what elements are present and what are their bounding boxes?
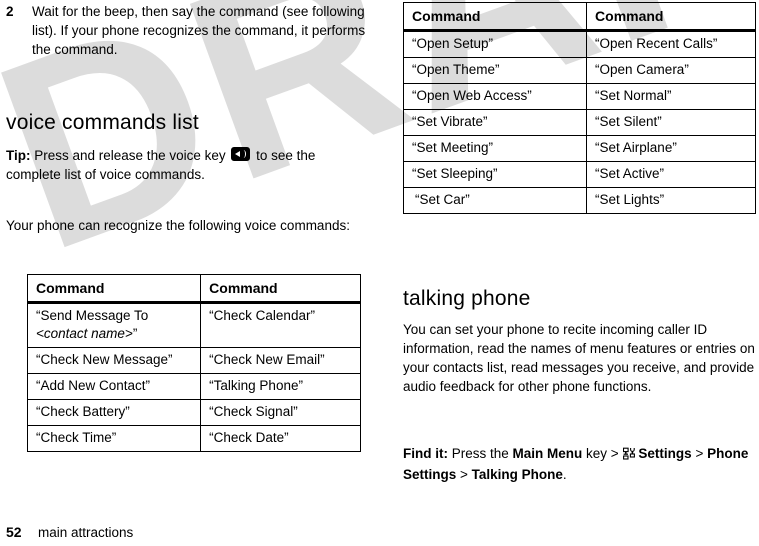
- voice-commands-table-left: Command Command “Send Message To <contac…: [26, 274, 361, 452]
- page-title-voice-commands-list: voice commands list: [6, 111, 199, 134]
- find-it-paragraph: Find it: Press the Main Menu key > Setti…: [403, 444, 759, 484]
- key-main-menu: Main Menu: [512, 446, 583, 461]
- table-cell-command: “Check Signal”: [200, 399, 361, 426]
- table-cell-command: “Set Active”: [586, 161, 756, 188]
- table-row: “Set Car” “Set Lights”: [402, 187, 756, 214]
- column-header-command-1: Command: [26, 274, 202, 304]
- table-cell-command: “Check Date”: [200, 425, 361, 452]
- table-cell-command: “Set Airplane”: [586, 135, 756, 162]
- table-cell-command: “Check New Message”: [26, 347, 202, 374]
- table-cell-command: “Check Battery”: [26, 399, 202, 426]
- menu-item-settings: Settings: [638, 446, 692, 461]
- table-cell-command: “Set Sleeping”: [402, 161, 588, 188]
- footer-page-number: 52: [6, 524, 22, 540]
- table-cell-command: “Open Camera”: [586, 57, 756, 84]
- table-header-row: Command Command: [402, 2, 756, 32]
- table-row: “Add New Contact” “Talking Phone”: [26, 373, 361, 400]
- table-cell-command: “Check New Email”: [200, 347, 361, 374]
- table-cell-command: “Set Silent”: [586, 109, 756, 136]
- table-row: “Send Message To <contact name>” “Check …: [26, 302, 361, 348]
- tip-text-before: Press and release the voice key: [30, 148, 226, 163]
- table-cell-command: “Set Normal”: [586, 83, 756, 110]
- page-title-talking-phone: talking phone: [403, 287, 531, 310]
- table-row: “Check New Message” “Check New Email”: [26, 347, 361, 374]
- find-it-sep-1: >: [691, 446, 708, 461]
- talking-phone-description: You can set your phone to recite incomin…: [403, 322, 755, 394]
- table-cell-command: “Open Theme”: [402, 57, 588, 84]
- table-row: “Check Time” “Check Date”: [26, 425, 361, 452]
- settings-tools-icon: [623, 446, 636, 465]
- find-it-text-1: Press the: [447, 446, 513, 461]
- table-cell-command: “Check Time”: [26, 425, 202, 452]
- table-cell-command: “Open Setup”: [402, 30, 588, 58]
- find-it-label: Find it:: [403, 446, 448, 461]
- table-cell-command: “Add New Contact”: [26, 373, 202, 400]
- table-cell-command: “Set Vibrate”: [402, 109, 588, 136]
- table-cell-command: “Open Web Access”: [402, 83, 588, 110]
- find-it-text-2: key >: [582, 446, 623, 461]
- table-cell-command: “Talking Phone”: [200, 373, 361, 400]
- step-number: 2: [6, 4, 14, 19]
- table-row: “Open Setup” “Open Recent Calls”: [402, 30, 756, 58]
- column-header-command-2: Command: [586, 2, 756, 32]
- find-it-period: .: [562, 467, 567, 482]
- cell-text-tail: ”: [132, 326, 138, 341]
- voice-commands-table-wrapper-left: Command Command “Send Message To <contac…: [26, 274, 361, 452]
- table-header-row: Command Command: [26, 274, 361, 304]
- step-text: Wait for the beep, then say the command …: [32, 4, 366, 57]
- cell-text-italic: <contact name>: [36, 326, 133, 341]
- tip-paragraph: Tip: Press and release the voice key to …: [6, 146, 372, 184]
- voice-key-icon: [231, 147, 251, 161]
- table-cell-command: “Set Lights”: [586, 187, 756, 214]
- cell-text-plain: “Send Message To: [36, 308, 149, 323]
- menu-item-talking-phone: Talking Phone: [471, 467, 563, 482]
- footer-chapter-name: main attractions: [38, 525, 134, 540]
- table-row: “Set Vibrate” “Set Silent”: [402, 109, 756, 136]
- table-cell-command: “Send Message To <contact name>”: [26, 302, 202, 348]
- table-row: “Open Theme” “Open Camera”: [402, 57, 756, 84]
- column-header-command-1: Command: [402, 2, 588, 32]
- table-row: “Set Meeting” “Set Airplane”: [402, 135, 756, 162]
- table-row: “Check Battery” “Check Signal”: [26, 399, 361, 426]
- table-cell-command: “Set Meeting”: [402, 135, 588, 162]
- column-header-command-2: Command: [200, 274, 361, 304]
- voice-commands-table-right: Command Command “Open Setup” “Open Recen…: [402, 2, 756, 214]
- table-cell-command: “Open Recent Calls”: [586, 30, 756, 58]
- manual-page: 2 Wait for the beep, then say the comman…: [0, 0, 759, 546]
- table-row: “Open Web Access” “Set Normal”: [402, 83, 756, 110]
- table-cell-command: “Check Calendar”: [200, 302, 361, 348]
- table-cell-command: “Set Car”: [402, 187, 588, 214]
- table-row: “Set Sleeping” “Set Active”: [402, 161, 756, 188]
- tip-label: Tip:: [6, 148, 31, 163]
- find-it-sep-2: >: [456, 467, 472, 482]
- intro-paragraph: Your phone can recognize the following v…: [6, 218, 350, 233]
- voice-commands-table-wrapper-right: Command Command “Open Setup” “Open Recen…: [402, 2, 756, 214]
- numbered-step-2: 2 Wait for the beep, then say the comman…: [0, 2, 385, 59]
